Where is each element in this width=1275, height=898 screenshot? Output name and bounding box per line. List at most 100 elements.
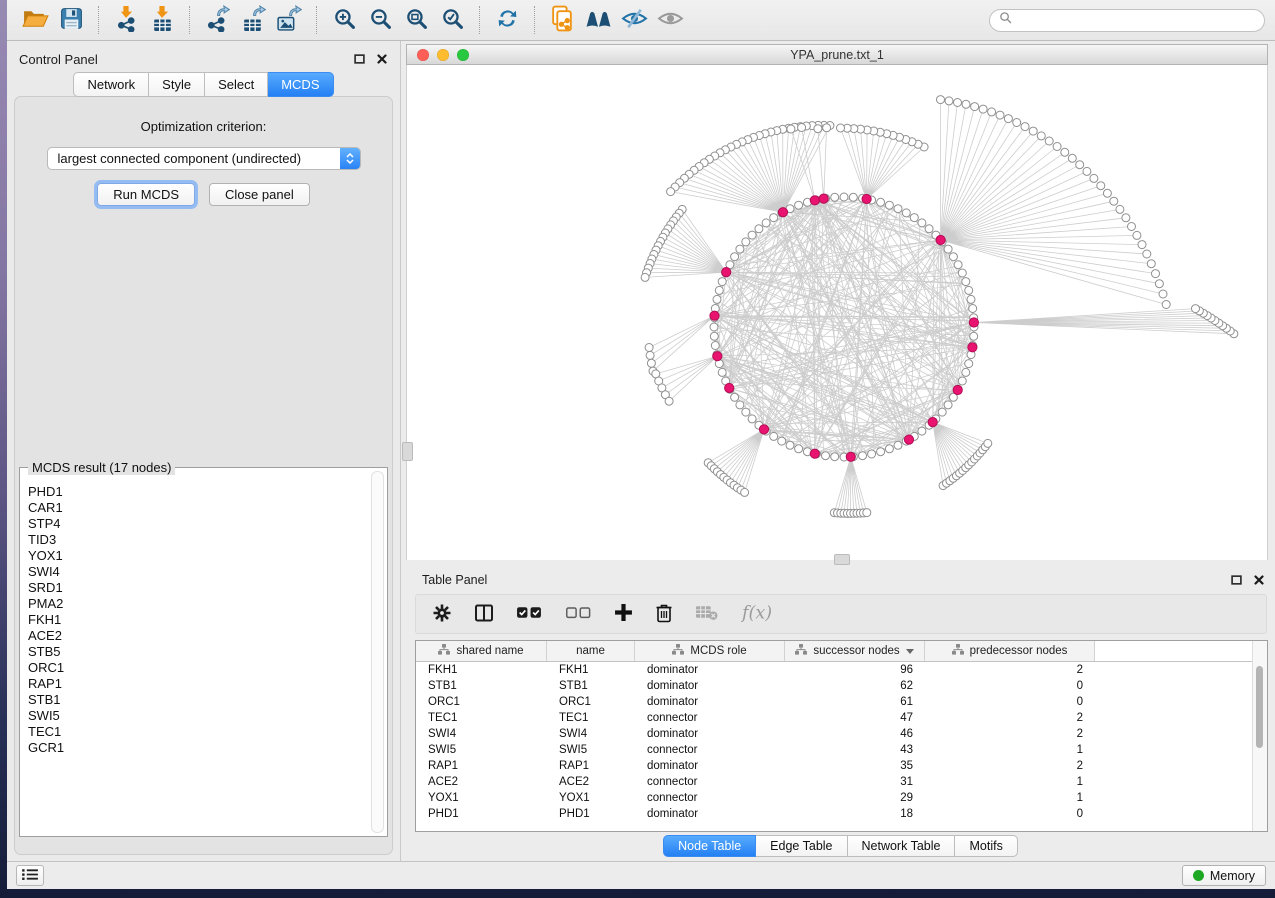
new-network-from-selection-button[interactable] [544, 4, 580, 36]
cell-predecessor-nodes: 1 [925, 792, 1095, 804]
table-row[interactable]: FKH1FKH1dominator962 [416, 662, 1267, 678]
table-row[interactable]: ORC1ORC1dominator610 [416, 694, 1267, 710]
node-table: shared namenameMCDS rolesuccessor nodesp… [415, 640, 1268, 832]
import-network-button[interactable] [108, 4, 144, 36]
table-row[interactable]: ACE2ACE2connector311 [416, 774, 1267, 790]
mcds-result-item[interactable]: STB1 [28, 692, 367, 708]
close-table-panel-icon[interactable] [1252, 574, 1265, 586]
close-panel-button[interactable]: Close panel [209, 183, 310, 206]
zoom-fit-button[interactable] [398, 4, 434, 36]
cell-shared-name: TEC1 [416, 712, 547, 724]
export-table-button[interactable] [235, 4, 271, 36]
criterion-select[interactable]: largest connected component (undirected) [47, 147, 361, 170]
export-network-button[interactable] [199, 4, 235, 36]
table-tab-edge-table[interactable]: Edge Table [756, 835, 847, 857]
mcds-result-item[interactable]: RAP1 [28, 676, 367, 692]
mcds-result-item[interactable]: TID3 [28, 532, 367, 548]
tab-mcds[interactable]: MCDS [268, 72, 333, 97]
search-box[interactable] [989, 9, 1265, 32]
column-header-successor-nodes[interactable]: successor nodes [785, 641, 925, 661]
tab-network[interactable]: Network [73, 72, 149, 97]
result-scrollbar[interactable] [371, 471, 384, 833]
zoom-window-icon[interactable] [457, 49, 469, 61]
export-image-button[interactable] [271, 4, 307, 36]
column-header-filler [1095, 641, 1267, 661]
search-input[interactable] [1017, 12, 1255, 28]
mcds-result-item[interactable]: CAR1 [28, 500, 367, 516]
cell-MCDS-role: dominator [635, 728, 785, 740]
delete-column-button[interactable] [655, 602, 673, 626]
zoom-out-icon [369, 7, 392, 33]
minimize-window-icon[interactable] [437, 49, 449, 61]
column-header-shared-name[interactable]: shared name [416, 641, 547, 661]
mcds-result-item[interactable]: FKH1 [28, 612, 367, 628]
traffic-lights[interactable] [417, 49, 469, 61]
task-history-button[interactable] [16, 865, 44, 886]
cell-MCDS-role: dominator [635, 808, 785, 820]
float-panel-icon[interactable] [353, 53, 366, 65]
close-window-icon[interactable] [417, 49, 429, 61]
split-handle-left[interactable] [402, 442, 413, 461]
memory-button[interactable]: Memory [1182, 865, 1266, 886]
mcds-result-item[interactable]: SRD1 [28, 580, 367, 596]
new-column-button[interactable] [614, 603, 633, 625]
table-row[interactable]: YOX1YOX1connector291 [416, 790, 1267, 806]
mcds-result-item[interactable]: SWI4 [28, 564, 367, 580]
apply-layout-button[interactable] [489, 4, 525, 36]
table-row[interactable]: SWI4SWI4dominator462 [416, 726, 1267, 742]
network-graph[interactable] [407, 65, 1269, 560]
mcds-result-item[interactable]: GCR1 [28, 740, 367, 756]
zoom-out-button[interactable] [362, 4, 398, 36]
table-tab-network-table[interactable]: Network Table [848, 835, 956, 857]
mcds-result-item[interactable]: SWI5 [28, 708, 367, 724]
column-header-predecessor-nodes[interactable]: predecessor nodes [925, 641, 1095, 661]
mcds-result-item[interactable]: STB5 [28, 644, 367, 660]
table-tabs: Node TableEdge TableNetwork TableMotifs [406, 835, 1275, 857]
tab-select[interactable]: Select [205, 72, 268, 97]
save-session-button[interactable] [53, 4, 89, 36]
table-row[interactable]: STB1STB1dominator620 [416, 678, 1267, 694]
column-header-MCDS-role[interactable]: MCDS role [635, 641, 785, 661]
tab-style[interactable]: Style [149, 72, 205, 97]
network-title-bar[interactable]: YPA_prune.txt_1 [406, 44, 1268, 65]
zoom-in-button[interactable] [326, 4, 362, 36]
control-panel-header: Control Panel [7, 41, 400, 71]
mcds-result-item[interactable]: PHD1 [28, 484, 367, 500]
column-type-icon [795, 644, 807, 658]
zoom-selected-button[interactable] [434, 4, 470, 36]
mcds-result-item[interactable]: ORC1 [28, 660, 367, 676]
hide-selected-button[interactable] [616, 4, 652, 36]
new-column-icon [614, 603, 633, 625]
deselect-all-rows-button[interactable] [565, 605, 592, 623]
table-row[interactable]: TEC1TEC1connector472 [416, 710, 1267, 726]
control-panel-title: Control Panel [19, 52, 98, 67]
table-tab-motifs[interactable]: Motifs [955, 835, 1017, 857]
mcds-result-item[interactable]: TEC1 [28, 724, 367, 740]
network-canvas[interactable] [406, 65, 1268, 560]
select-all-rows-button[interactable] [516, 605, 543, 623]
table-row[interactable]: SWI5SWI5connector431 [416, 742, 1267, 758]
mcds-result-item[interactable]: STP4 [28, 516, 367, 532]
control-panel-tabs: NetworkStyleSelectMCDS [7, 72, 400, 97]
import-table-button[interactable] [144, 4, 180, 36]
table-row[interactable]: RAP1RAP1dominator352 [416, 758, 1267, 774]
mcds-result-item[interactable]: PMA2 [28, 596, 367, 612]
show-column-button[interactable] [474, 603, 494, 626]
show-all-button [652, 4, 688, 36]
open-file-button[interactable] [17, 4, 53, 36]
cell-successor-nodes: 29 [785, 792, 925, 804]
mcds-result-item[interactable]: YOX1 [28, 548, 367, 564]
split-handle-bottom[interactable] [834, 554, 850, 565]
float-table-panel-icon[interactable] [1230, 574, 1243, 586]
close-panel-icon[interactable] [375, 53, 388, 65]
column-header-name[interactable]: name [547, 641, 635, 661]
run-mcds-button[interactable]: Run MCDS [97, 183, 195, 206]
table-scrollbar-thumb[interactable] [1256, 666, 1263, 748]
first-neighbors-button[interactable] [580, 4, 616, 36]
table-tab-node-table[interactable]: Node Table [663, 835, 756, 857]
mcds-result-item[interactable]: ACE2 [28, 628, 367, 644]
table-scrollbar[interactable] [1252, 641, 1267, 831]
table-mode-gear-button[interactable] [432, 603, 452, 626]
table-row[interactable]: PHD1PHD1dominator180 [416, 806, 1267, 822]
mcds-result-list[interactable]: PHD1CAR1STP4TID3YOX1SWI4SRD1PMA2FKH1ACE2… [28, 484, 367, 832]
